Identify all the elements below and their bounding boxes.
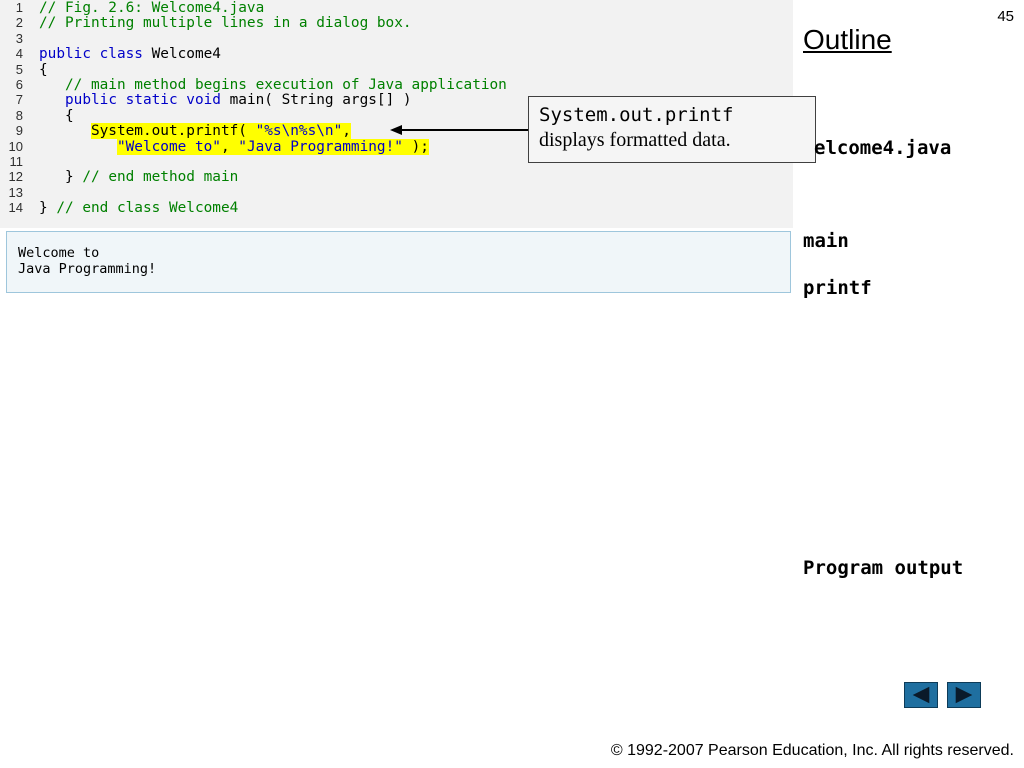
callout-box: System.out.printf displays formatted dat… <box>528 96 816 163</box>
code-line: 3 <box>6 31 507 46</box>
line-number: 7 <box>15 92 23 108</box>
line-number: 13 <box>8 184 23 200</box>
callout-description: displays formatted data. <box>539 129 731 151</box>
triangle-right-icon <box>955 686 973 704</box>
code-line: 4 public class Welcome4 <box>6 46 507 63</box>
output-line-2: Java Programming! <box>18 260 157 277</box>
outline-program-output: Program output <box>803 557 964 579</box>
outline-title: Outline <box>803 24 892 55</box>
triangle-left-icon <box>912 686 930 704</box>
code-token: // end class Welcome4 <box>56 200 239 217</box>
code-token: { <box>39 61 48 78</box>
code-token: // end method main <box>82 169 239 186</box>
outline-item-main: main <box>803 230 849 252</box>
code-line: 10 "Welcome to", "Java Programming!" ); <box>6 138 507 155</box>
line-number: 3 <box>15 30 23 46</box>
next-slide-button[interactable] <box>947 682 981 708</box>
code-token: "Welcome to" <box>116 138 221 155</box>
callout-code-text: System.out.printf <box>539 104 734 126</box>
line-number: 6 <box>15 76 23 92</box>
outline-item-printf: printf <box>803 277 872 299</box>
code-line: 11 <box>6 154 507 169</box>
output-line-1: Welcome to <box>18 245 100 261</box>
line-number: 4 <box>15 46 23 62</box>
code-line: 7 public static void main( String args[]… <box>6 92 507 109</box>
line-number: 5 <box>15 61 23 77</box>
code-token: "%s\n%s\n" <box>255 123 343 140</box>
code-line: 5{ <box>6 61 507 78</box>
line-number: 14 <box>8 200 23 216</box>
line-number: 8 <box>15 107 23 123</box>
line-number: 10 <box>8 138 23 154</box>
code-token: // Printing multiple lines in a dialog b… <box>39 15 412 32</box>
callout-arrow <box>390 125 528 135</box>
code-token: } <box>39 169 83 186</box>
code-token: Welcome4 <box>151 46 221 63</box>
code-token: public class <box>39 46 152 63</box>
line-number: 11 <box>9 153 24 169</box>
code-token: System.out.printf( <box>90 123 256 140</box>
line-number: 1 <box>15 0 23 15</box>
code-token: { <box>39 107 74 124</box>
code-line: 6 // main method begins execution of Jav… <box>6 76 507 93</box>
code-token: , <box>220 138 239 155</box>
line-number: 9 <box>15 123 23 139</box>
copyright-footer: © 1992-2007 Pearson Education, Inc. All … <box>610 742 1014 759</box>
slide-number: 45 <box>997 8 1014 25</box>
code-token: , <box>342 123 351 140</box>
code-token: // main method begins execution of Java … <box>39 76 507 93</box>
code-line: 13 <box>6 185 507 200</box>
code-line: 2 // Printing multiple lines in a dialog … <box>6 15 507 32</box>
code-token: main( String args[] ) <box>229 92 412 109</box>
line-number: 12 <box>8 169 23 185</box>
code-token: ); <box>402 138 429 155</box>
program-output-text: Welcome to Java Programming! <box>18 245 157 277</box>
code-token: public static void <box>65 92 230 109</box>
line-number: 2 <box>15 15 23 31</box>
code-token: "Java Programming!" <box>238 138 403 155</box>
program-output-panel: Welcome to Java Programming! <box>6 231 791 293</box>
code-token: // Fig. 2.6: Welcome4.java <box>39 0 265 16</box>
outline-filename: elcome4.java <box>814 137 952 159</box>
code-token: } <box>39 200 57 217</box>
previous-slide-button[interactable] <box>904 682 938 708</box>
code-line: 1 // Fig. 2.6: Welcome4.java <box>6 0 507 16</box>
code-line: 14} // end class Welcome4 <box>6 200 507 217</box>
code-line: 12 } // end method main <box>6 169 507 186</box>
code-listing: 1 // Fig. 2.6: Welcome4.java 2 // Printing … <box>6 0 507 217</box>
